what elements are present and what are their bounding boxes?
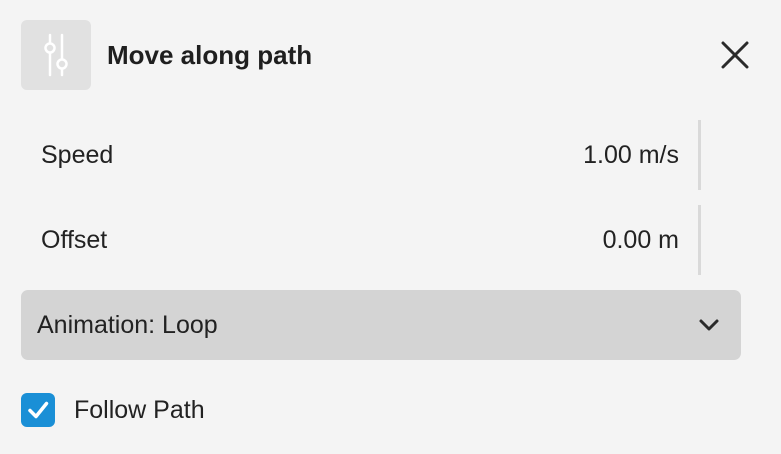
offset-field[interactable]: Offset 0.00 m — [21, 205, 701, 275]
panel-header: Move along path — [21, 20, 761, 90]
panel-title: Move along path — [107, 40, 313, 70]
animation-dropdown[interactable]: Animation: Loop — [21, 290, 741, 360]
speed-label: Speed — [41, 141, 114, 169]
offset-label: Offset — [41, 226, 108, 254]
chevron-down-icon — [699, 319, 719, 331]
follow-path-toggle[interactable]: Follow Path — [21, 392, 421, 428]
follow-path-checkbox[interactable] — [21, 393, 55, 427]
move-along-path-panel: Move along path Speed 1.00 m/s Offset 0.… — [0, 0, 781, 454]
offset-divider — [698, 205, 701, 275]
offset-value[interactable]: 0.00 m — [603, 205, 679, 275]
checkmark-icon — [28, 401, 49, 419]
speed-field[interactable]: Speed 1.00 m/s — [21, 120, 701, 190]
animation-dropdown-label: Animation: Loop — [37, 311, 218, 339]
close-button[interactable] — [715, 35, 755, 75]
close-icon — [721, 41, 749, 69]
follow-path-label: Follow Path — [74, 396, 205, 424]
sliders-icon — [21, 20, 91, 90]
speed-value[interactable]: 1.00 m/s — [583, 120, 679, 190]
speed-divider — [698, 120, 701, 190]
